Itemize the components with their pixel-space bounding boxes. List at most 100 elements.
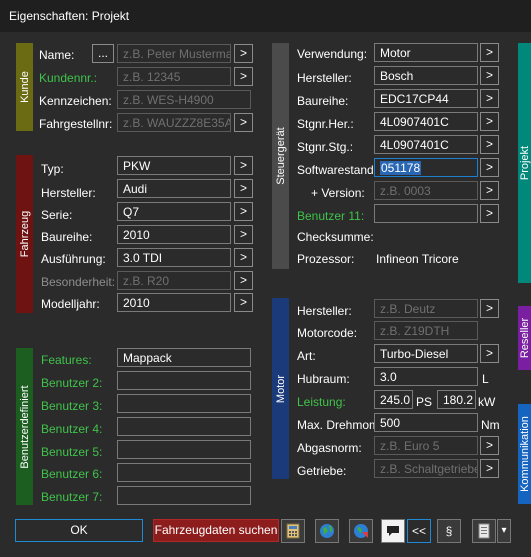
benutzer6-label: Benutzer 6:	[41, 467, 103, 481]
window-title: Eigenschaften: Projekt	[9, 9, 130, 23]
globe-refresh-button[interactable]	[349, 519, 373, 543]
stg-baureihe-arrow-button[interactable]: >	[480, 89, 499, 108]
version-arrow-button[interactable]: >	[480, 181, 499, 200]
getriebe-field[interactable]: z.B. Schaltgetriebe	[374, 459, 478, 478]
fahrgestellnr-field[interactable]: z.B. WAUZZZ8E35A235	[117, 113, 231, 132]
abgasnorm-arrow-button[interactable]: >	[480, 436, 499, 455]
typ-arrow-button[interactable]: >	[234, 156, 253, 175]
features-field[interactable]: Mappack	[117, 348, 251, 367]
besonderheit-arrow-button[interactable]: >	[234, 271, 253, 290]
paragraph-button[interactable]: §	[437, 519, 461, 543]
stgnr-stg-arrow-button[interactable]: >	[480, 135, 499, 154]
benutzer6-field[interactable]	[117, 463, 251, 482]
stg-hersteller-arrow-button[interactable]: >	[480, 66, 499, 85]
section-kommunikation[interactable]: Kommunikation	[518, 404, 531, 504]
benutzer3-field[interactable]	[117, 394, 251, 413]
typ-field[interactable]: PKW	[117, 156, 231, 175]
softwarestand-arrow-button[interactable]: >	[480, 158, 499, 177]
getriebe-label: Getriebe:	[297, 464, 347, 478]
section-kunde-label: Kunde	[18, 71, 31, 103]
abgasnorm-label: Abgasnorm:	[297, 441, 362, 455]
ausfuehrung-arrow-button[interactable]: >	[234, 248, 253, 267]
stgnr-her-arrow-button[interactable]: >	[480, 112, 499, 131]
leistung-ps-field[interactable]: 245.0	[374, 390, 413, 409]
verwendung-arrow-button[interactable]: >	[480, 43, 499, 62]
calculator-button[interactable]	[281, 519, 305, 543]
prozessor-label: Prozessor:	[297, 252, 355, 266]
ausfuehrung-field[interactable]: 3.0 TDI	[117, 248, 231, 267]
section-fahrzeug[interactable]: Fahrzeug	[16, 155, 33, 313]
fahrzeug-baureihe-arrow-button[interactable]: >	[234, 225, 253, 244]
kennzeichen-label: Kennzeichen:	[39, 94, 112, 108]
fahrzeug-baureihe-field[interactable]: 2010	[117, 225, 231, 244]
fahrzeugdaten-suchen-button[interactable]: Fahrzeugdaten suchen	[153, 519, 279, 542]
besonderheit-field[interactable]: z.B. R20	[117, 271, 231, 290]
motor-hersteller-arrow-button[interactable]: >	[480, 299, 499, 318]
section-projekt[interactable]: Projekt	[518, 43, 531, 283]
kundennr-arrow-button[interactable]: >	[234, 67, 253, 86]
section-benutzerdefiniert[interactable]: Benutzerdefiniert	[16, 348, 33, 505]
section-reseller[interactable]: Reseller	[518, 306, 531, 370]
benutzer7-field[interactable]	[117, 486, 251, 505]
hubraum-label: Hubraum:	[297, 372, 350, 386]
benutzer11-arrow-button[interactable]: >	[480, 204, 499, 223]
modelljahr-arrow-button[interactable]: >	[234, 293, 253, 312]
kundennr-field[interactable]: z.B. 12345	[117, 67, 231, 86]
kunde-name-field[interactable]: z.B. Peter Mustermann	[117, 44, 231, 63]
leistung-kw-field[interactable]: 180.2	[437, 390, 476, 409]
section-projekt-label: Projekt	[518, 145, 531, 181]
benutzer11-field[interactable]	[374, 204, 478, 223]
modelljahr-field[interactable]: 2010	[117, 293, 231, 312]
stgnr-stg-field[interactable]: 4L0907401C	[374, 135, 478, 154]
art-arrow-button[interactable]: >	[480, 344, 499, 363]
section-motor-label: Motor	[274, 374, 287, 403]
drehmom-field[interactable]: 500	[374, 413, 478, 432]
section-motor[interactable]: Motor	[272, 298, 289, 479]
document-icon	[478, 523, 490, 539]
chat-button[interactable]	[381, 519, 405, 543]
art-field[interactable]: Turbo-Diesel	[374, 344, 478, 363]
stg-baureihe-field[interactable]: EDC17CP44	[374, 89, 478, 108]
art-label: Art:	[297, 349, 316, 363]
motor-hersteller-label: Hersteller:	[297, 304, 352, 318]
fahrzeug-hersteller-arrow-button[interactable]: >	[234, 179, 253, 198]
motor-hersteller-field[interactable]: z.B. Deutz	[374, 299, 478, 318]
benutzer5-label: Benutzer 5:	[41, 445, 103, 459]
fahrgestellnr-arrow-button[interactable]: >	[234, 113, 253, 132]
version-field[interactable]: z.B. 0003	[374, 181, 478, 200]
stg-hersteller-field[interactable]: Bosch	[374, 66, 478, 85]
verwendung-field[interactable]: Motor	[374, 43, 478, 62]
document-dropdown-button[interactable]: ▾	[497, 519, 511, 543]
kunde-name-arrow-button[interactable]: >	[234, 44, 253, 63]
globe-button[interactable]	[315, 519, 339, 543]
section-kunde[interactable]: Kunde	[16, 43, 33, 131]
abgasnorm-field[interactable]: z.B. Euro 5	[374, 436, 478, 455]
stgnr-her-field[interactable]: 4L0907401C	[374, 112, 478, 131]
collapse-button[interactable]: <<	[407, 519, 431, 543]
softwarestand-field[interactable]: 051178	[374, 158, 478, 177]
section-fahrzeug-label: Fahrzeug	[18, 210, 31, 258]
serie-field[interactable]: Q7	[117, 202, 231, 221]
drehmom-unit: Nm	[481, 418, 500, 432]
section-steuergeraet-label: Steuergerät	[274, 127, 287, 185]
benutzer2-label: Benutzer 2:	[41, 376, 103, 390]
stg-hersteller-label: Hersteller:	[297, 71, 352, 85]
kennzeichen-field[interactable]: z.B. WES-H4900	[117, 90, 251, 109]
serie-label: Serie:	[41, 208, 73, 222]
ok-button[interactable]: OK	[15, 519, 143, 542]
document-button[interactable]	[472, 519, 496, 543]
hubraum-field[interactable]: 3.0	[374, 367, 478, 386]
benutzer4-field[interactable]	[117, 417, 251, 436]
title-bar: Eigenschaften: Projekt	[0, 0, 531, 32]
benutzer2-field[interactable]	[117, 371, 251, 390]
section-steuergeraet[interactable]: Steuergerät	[272, 43, 289, 269]
serie-arrow-button[interactable]: >	[234, 202, 253, 221]
softwarestand-label: Softwarestand:	[297, 163, 378, 177]
benutzer3-label: Benutzer 3:	[41, 399, 103, 413]
fahrzeug-hersteller-field[interactable]: Audi	[117, 179, 231, 198]
getriebe-arrow-button[interactable]: >	[480, 459, 499, 478]
benutzer5-field[interactable]	[117, 440, 251, 459]
name-dots-button[interactable]: ...	[92, 44, 114, 63]
motorcode-field[interactable]: z.B. Z19DTH	[374, 321, 478, 340]
section-benutzerdefiniert-label: Benutzerdefiniert	[18, 384, 31, 469]
